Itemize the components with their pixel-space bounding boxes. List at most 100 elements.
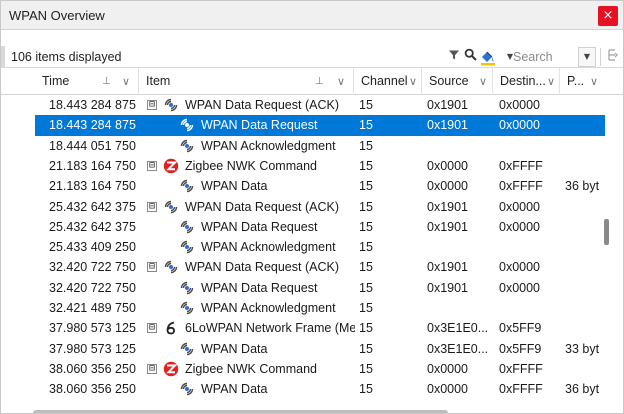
cell-payload: 36 byt [565, 382, 600, 397]
cell-payload [565, 197, 605, 217]
cell-payload [565, 318, 605, 338]
grid-header: Time ⊥ ∨ Item ⊥ ∨ Channel ∨ Source ∨ Des… [1, 68, 623, 95]
horizontal-scroll-thumb[interactable] [33, 410, 448, 413]
wpan-icon [179, 219, 195, 235]
column-header-time[interactable]: Time ⊥ ∨ [35, 68, 139, 95]
chevron-down-icon[interactable]: ∨ [122, 68, 130, 95]
table-row[interactable]: 18.444 051 750 WPAN Acknowledgment 15 [35, 136, 605, 156]
toolbar-grip [1, 46, 5, 68]
wpan-icon [179, 280, 195, 296]
collapse-icon[interactable]: ⊟ [147, 262, 157, 273]
collapse-icon[interactable]: ⊟ [147, 201, 157, 212]
vertical-scroll-thumb[interactable] [604, 219, 609, 245]
table-row[interactable]: 37.980 573 125 ⊟ 6LoWPAN Network Frame (Me… [35, 318, 605, 338]
table-row[interactable]: 32.420 722 750 ⊟ WPAN Data Request (ACK) 15… [35, 257, 605, 277]
collapse-icon[interactable]: ⊟ [147, 363, 157, 374]
table-row[interactable]: 25.433 409 250 WPAN Acknowledgment 15 [35, 237, 605, 257]
cell-channel: 15 [359, 179, 373, 194]
cell-source: 0x3E1E0... [427, 321, 489, 336]
item-label: WPAN Data Request (ACK) [185, 199, 339, 214]
cell-item: WPAN Data Request [147, 115, 355, 135]
vertical-scrollbar[interactable] [607, 95, 623, 405]
chevron-down-icon[interactable]: ∨ [590, 68, 598, 95]
wpan-icon [179, 138, 195, 154]
magnify-icon[interactable] [461, 48, 479, 66]
column-header-p[interactable]: P... ∨ [560, 68, 607, 95]
cell-source: 0x0000 [427, 179, 469, 194]
chevron-down-icon[interactable]: ∨ [409, 68, 417, 95]
cell-time: 18.443 284 875 [49, 98, 136, 112]
table-row[interactable]: 32.420 722 750 WPAN Data Request 15 0x1901 0… [35, 278, 605, 298]
cell-item: WPAN Data [147, 176, 355, 196]
table-row[interactable]: 21.183 164 750 ⊟ Zigbee NWK Command 15 0x000… [35, 156, 605, 176]
zigbee-icon [163, 158, 179, 174]
collapse-icon[interactable]: ⊟ [147, 323, 157, 334]
cell-destination: 0x0000 [499, 98, 541, 112]
close-icon[interactable]: × [598, 6, 618, 26]
column-header-item[interactable]: Item ⊥ ∨ [139, 68, 354, 95]
cell-payload [565, 237, 605, 257]
chevron-down-icon[interactable]: ∨ [337, 68, 345, 95]
pin-icon[interactable]: ⊥ [315, 68, 324, 95]
cell-destination: 0xFFFF [499, 179, 543, 194]
item-label: WPAN Data Request [201, 280, 318, 295]
cell-payload [565, 217, 605, 237]
cell-source: 0x0000 [427, 361, 469, 376]
collapse-icon[interactable]: ⊟ [147, 100, 157, 110]
item-label: WPAN Data [201, 341, 268, 356]
item-label: WPAN Data Request (ACK) [185, 98, 339, 112]
cell-source: 0x1901 [427, 260, 469, 275]
cell-time: 21.183 164 750 [49, 158, 136, 173]
cell-payload [565, 257, 605, 277]
cell-time: 18.444 051 750 [49, 138, 136, 153]
item-label: WPAN Data Request [201, 219, 318, 234]
item-label: WPAN Acknowledgment [201, 301, 336, 315]
wpan-icon [179, 239, 195, 255]
wpan-icon [179, 341, 195, 357]
cell-channel: 15 [359, 341, 373, 356]
pin-icon[interactable]: ⊥ [102, 68, 111, 95]
search-input[interactable]: Search [513, 50, 553, 64]
table-row[interactable]: 38.060 356 250 WPAN Data 15 0x0000 0xFFFF 36 … [35, 379, 605, 399]
wpan-icon [179, 117, 195, 133]
table-row[interactable]: 37.980 573 125 WPAN Data 15 0x3E1E0... 0x5FF… [35, 339, 605, 359]
cell-channel: 15 [359, 280, 373, 295]
cell-item: WPAN Data [147, 339, 355, 359]
cell-channel: 15 [359, 361, 373, 376]
column-header-destination[interactable]: Destin... ∨ [493, 68, 560, 95]
table-row[interactable]: 25.432 642 375 WPAN Data Request 15 0x1901 0… [35, 217, 605, 237]
table-row-selected[interactable]: 18.443 284 875 WPAN Data Request 15 0x1901 0… [35, 115, 605, 136]
table-row[interactable]: 25.432 642 375 ⊟ WPAN Data Request (ACK) 15… [35, 197, 605, 217]
cell-item: ⊟ WPAN Data Request (ACK) [147, 257, 355, 277]
table-row[interactable]: 21.183 164 750 WPAN Data 15 0x0000 0xFFFF 36 … [35, 176, 605, 196]
wpan-icon [179, 381, 195, 397]
column-header-source[interactable]: Source ∨ [422, 68, 493, 95]
chevron-down-icon[interactable]: ∨ [547, 68, 555, 95]
toolbar: 106 items displayed ▼ Search ▼ [1, 46, 623, 68]
search-dropdown-icon[interactable]: ▼ [578, 47, 596, 67]
item-label: Zigbee NWK Command [185, 361, 317, 376]
table-row[interactable]: 38.060 356 250 ⊟ Zigbee NWK Command 15 0x000… [35, 359, 605, 379]
cell-source [427, 298, 493, 318]
column-header-channel[interactable]: Channel ∨ [354, 68, 422, 95]
wpan-icon [163, 199, 179, 215]
cell-destination: 0x0000 [499, 219, 541, 234]
cell-time: 21.183 164 750 [49, 179, 136, 194]
wpan-icon [179, 300, 195, 316]
item-label: WPAN Data Request (ACK) [185, 260, 339, 275]
wpan-icon [179, 178, 195, 194]
cell-item: WPAN Data Request [147, 217, 355, 237]
cell-time: 32.420 722 750 [49, 280, 136, 295]
collapse-icon[interactable]: ⊟ [147, 160, 157, 171]
cell-channel: 15 [359, 219, 373, 234]
cell-channel: 15 [359, 118, 373, 133]
cell-source: 0x1901 [427, 219, 469, 234]
cell-time: 32.421 489 750 [49, 301, 136, 315]
highlight-icon[interactable] [479, 48, 497, 66]
expand-icon[interactable] [604, 48, 622, 66]
wpan-icon [163, 97, 179, 113]
table-row[interactable]: 18.443 284 875 ⊟ WPAN Data Request (ACK) 15… [35, 95, 605, 115]
cell-item: WPAN Data Request [147, 278, 355, 298]
table-row[interactable]: 32.421 489 750 WPAN Acknowledgment 15 [35, 298, 605, 318]
chevron-down-icon[interactable]: ∨ [479, 68, 487, 95]
